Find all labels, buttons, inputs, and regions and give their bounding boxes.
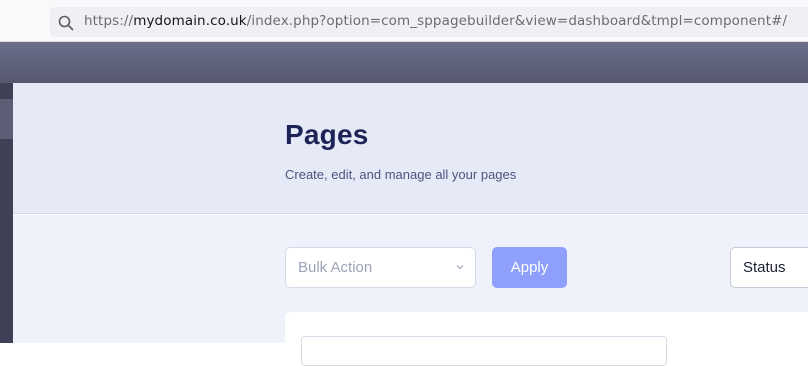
bulk-action-placeholder: Bulk Action bbox=[298, 259, 373, 276]
pages-list-card bbox=[285, 312, 808, 366]
page-title: Pages bbox=[285, 119, 369, 150]
page-header: Pages Create, edit, and manage all your … bbox=[13, 83, 808, 214]
apply-button[interactable]: Apply bbox=[492, 247, 567, 288]
url-text: https://mydomain.co.uk/index.php?option=… bbox=[84, 13, 787, 29]
chevron-down-icon bbox=[456, 265, 464, 270]
url-prefix: https:// bbox=[84, 13, 134, 29]
status-filter-select[interactable]: Status bbox=[730, 247, 808, 288]
address-bar[interactable]: https://mydomain.co.uk/index.php?option=… bbox=[50, 7, 808, 37]
bulk-action-select[interactable]: Bulk Action bbox=[285, 247, 476, 288]
url-path: /index.php?option=com_sppagebuilder&view… bbox=[246, 13, 788, 29]
page-subtitle: Create, edit, and manage all your pages bbox=[285, 167, 517, 182]
sidebar-item-active[interactable] bbox=[0, 99, 13, 139]
search-icon bbox=[58, 15, 74, 31]
browser-toolbar: https://mydomain.co.uk/index.php?option=… bbox=[0, 0, 808, 42]
search-input[interactable] bbox=[301, 336, 667, 366]
status-filter-label: Status bbox=[743, 259, 786, 276]
app-header bbox=[0, 42, 808, 83]
url-host: mydomain.co.uk bbox=[133, 13, 247, 29]
